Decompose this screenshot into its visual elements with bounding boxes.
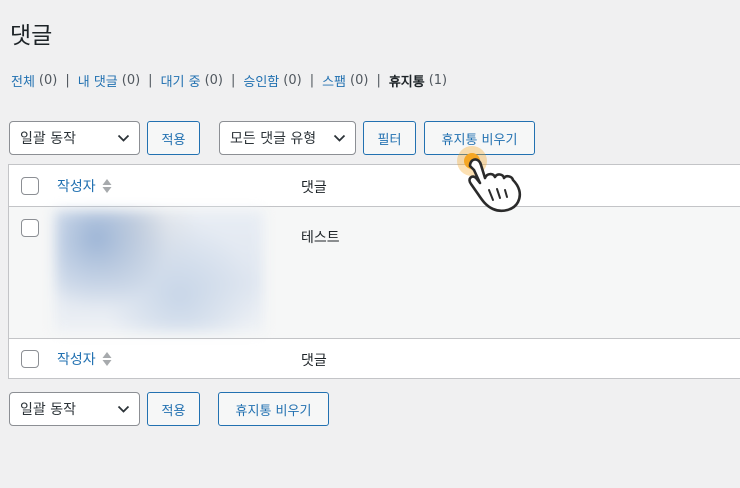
apply-button-bottom[interactable]: 적용 [147,392,200,426]
status-filter-links: 전체 (0) | 내 댓글 (0) | 대기 중 (0) | 승인함 (0) |… [11,71,447,90]
table-header: 작성자 댓글 [9,165,740,207]
filter-spam-count: (0) [350,73,369,88]
filter-mine-link[interactable]: 내 댓글 [78,71,118,90]
page-title: 댓글 [10,23,53,49]
bulk-action-select-top[interactable]: 일괄 동작 [9,121,140,155]
filter-all-link[interactable]: 전체 [11,71,35,90]
comment-column-header: 댓글 [301,180,327,196]
bulk-action-select-value: 일괄 동작 [20,402,76,418]
apply-button-top[interactable]: 적용 [147,121,200,155]
comment-type-select[interactable]: 모든 댓글 유형 [219,121,356,155]
filter-approved-count: (0) [283,73,302,88]
hand-pointer-cursor-icon [457,146,522,213]
filter-mine-count: (0) [121,73,141,88]
sort-icon [102,179,112,193]
separator: | [148,73,153,88]
empty-trash-button-bottom[interactable]: 휴지통 비우기 [218,392,329,426]
author-column-footer[interactable]: 작성자 [57,349,112,369]
select-all-checkbox-footer[interactable] [21,350,39,368]
author-column-header[interactable]: 작성자 [57,176,112,196]
chevron-down-icon [117,405,130,413]
table-footer: 작성자 댓글 [9,338,740,379]
row-checkbox[interactable] [21,219,39,237]
filter-pending-link[interactable]: 대기 중 [161,71,201,90]
select-all-checkbox[interactable] [21,177,39,195]
separator: | [65,73,70,88]
filter-trash-count: (1) [428,73,448,88]
separator: | [231,73,236,88]
separator: | [376,73,381,88]
comment-type-select-value: 모든 댓글 유형 [230,131,317,147]
comment-text: 테스트 [301,230,340,246]
bulk-action-select-value: 일괄 동작 [20,131,76,147]
chevron-down-icon [333,134,346,142]
comment-column-footer: 댓글 [301,353,327,369]
table-row: 테스트 [9,207,740,338]
author-info-blurred [55,211,263,332]
author-column-label: 작성자 [57,352,96,368]
separator: | [309,73,315,88]
comments-table: 작성자 댓글 테스트 작성자 댓글 [8,164,740,379]
filter-approved-link[interactable]: 승인함 [243,71,279,90]
filter-spam-link[interactable]: 스팸 [322,71,346,90]
sort-icon [102,352,112,366]
author-column-label: 작성자 [57,179,96,195]
chevron-down-icon [117,134,130,142]
filter-trash-current: 휴지통 [388,75,425,90]
filter-all-count: (0) [38,73,58,88]
filter-pending-count: (0) [204,73,223,88]
bulk-action-select-bottom[interactable]: 일괄 동작 [9,392,140,426]
filter-button[interactable]: 필터 [363,121,416,155]
